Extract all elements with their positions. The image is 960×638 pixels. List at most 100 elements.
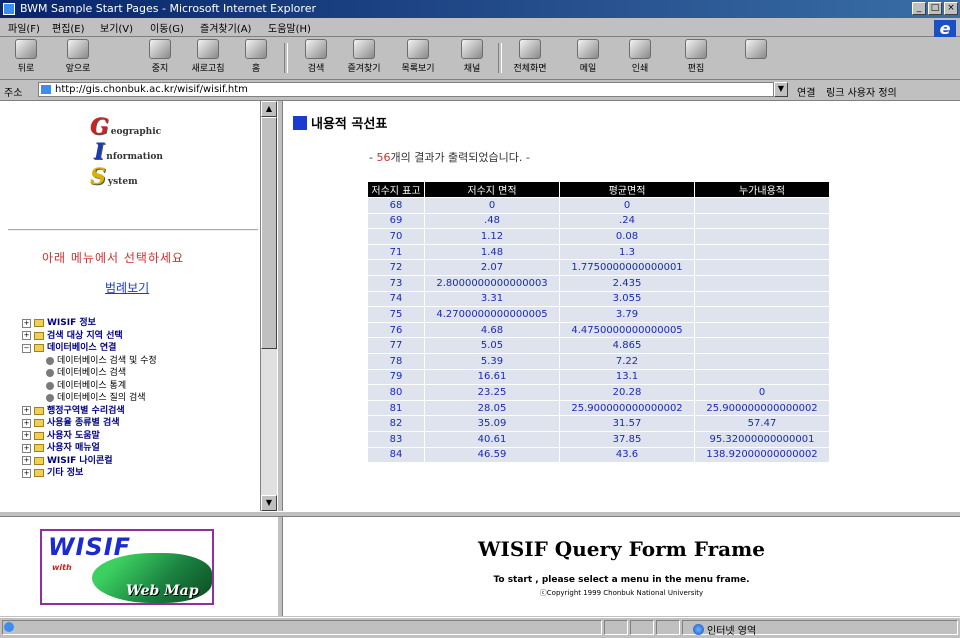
expand-icon: + — [22, 468, 31, 478]
gis-logo-word: ystem — [107, 177, 138, 187]
table-cell: 4.68 — [425, 322, 559, 338]
folder-icon — [34, 456, 44, 465]
close-button[interactable]: × — [944, 2, 958, 15]
tree-subitem-db-edit[interactable]: 데이터베이스 검색 및 수정 — [22, 355, 157, 368]
history-button[interactable]: 목록보기 — [398, 39, 438, 77]
menu-view[interactable]: 보기(V) — [100, 20, 133, 35]
table-cell: 37.85 — [560, 431, 694, 447]
menu-go[interactable]: 이동(G) — [150, 20, 184, 35]
tree-item-region-select[interactable]: + 검색 대상 지역 선택 — [22, 330, 157, 343]
tree-item-admin-search[interactable]: + 행정구역별 수리검색 — [22, 405, 157, 418]
table-cell — [695, 244, 829, 260]
tree-subitem-db-query[interactable]: 데이터베이스 질의 검색 — [22, 392, 157, 405]
menu-file[interactable]: 파일(F) — [8, 20, 40, 35]
tree-item-usage-search[interactable]: + 사용율 종류별 검색 — [22, 417, 157, 430]
table-cell: 31.57 — [560, 416, 694, 431]
address-label: 주소 — [4, 88, 23, 99]
home-icon — [245, 39, 267, 59]
table-cell: 3.79 — [560, 307, 694, 322]
table-cell: 74 — [368, 291, 424, 307]
scroll-up-arrow-icon[interactable]: ▲ — [261, 101, 277, 117]
menu-edit[interactable]: 편집(E) — [52, 20, 85, 35]
table-row: 80 23.25 20.28 0 — [368, 385, 829, 400]
search-button[interactable]: 검색 — [296, 39, 336, 77]
menu-frame-scrollbar[interactable]: ▲ ▼ — [260, 101, 277, 511]
discuss-button[interactable] — [736, 39, 776, 77]
copyright-text: ⓒCopyright 1999 Chonbuk National Univers… — [539, 589, 704, 597]
fullscreen-button[interactable]: 전체화면 — [510, 39, 550, 77]
minimize-button[interactable]: _ — [912, 2, 926, 15]
query-instruction: To start , please select a menu in the m… — [493, 575, 750, 585]
print-button[interactable]: 인쇄 — [620, 39, 660, 77]
table-cell: 28.05 — [425, 400, 559, 416]
menu-bar: 파일(F) 편집(E) 보기(V) 이동(G) 즐겨찾기(A) 도움말(H) — [0, 18, 960, 37]
stop-button[interactable]: 중지 — [140, 39, 180, 77]
discuss-icon — [745, 39, 767, 59]
refresh-icon — [197, 39, 219, 59]
tree-item-wisif-info[interactable]: + WISIF 정보 — [22, 317, 157, 330]
tree-label: 기타 정보 — [47, 468, 84, 478]
document-icon — [46, 394, 54, 403]
forward-button[interactable]: 앞으로 — [58, 39, 98, 77]
table-row: 76 4.68 4.4750000000000005 — [368, 322, 829, 338]
favorites-label: 즐겨찾기 — [347, 64, 381, 74]
tree-item-database[interactable]: − 데이터베이스 연결 — [22, 342, 157, 355]
favorites-button[interactable]: 즐겨찾기 — [344, 39, 384, 77]
table-cell: .48 — [425, 213, 559, 229]
wisif-webmap-logo: WISIF with Web Map — [40, 529, 214, 605]
mail-icon — [577, 39, 599, 59]
home-button[interactable]: 홈 — [236, 39, 276, 77]
tree-subitem-db-search[interactable]: 데이터베이스 검색 — [22, 367, 157, 380]
tree-item-manual[interactable]: + 사용자 매뉴얼 — [22, 442, 157, 455]
forward-arrow-icon — [67, 39, 89, 59]
edit-icon — [685, 39, 707, 59]
refresh-button[interactable]: 새로고침 — [188, 39, 228, 77]
table-cell: 81 — [368, 400, 424, 416]
scroll-thumb[interactable] — [261, 117, 277, 349]
address-input[interactable]: http://gis.chonbuk.ac.kr/wisif/wisif.htm — [38, 82, 774, 97]
channels-icon — [461, 39, 483, 59]
table-cell: 5.05 — [425, 338, 559, 353]
folder-icon — [34, 319, 44, 328]
page-title-text: 내용적 곡선표 — [311, 117, 388, 132]
back-arrow-icon — [15, 39, 37, 59]
gis-logo-word: nformation — [106, 152, 163, 162]
table-row: 74 3.31 3.055 — [368, 291, 829, 307]
table-cell: 40.61 — [425, 431, 559, 447]
toolbar-separator — [284, 43, 288, 73]
tree-item-wisif-icons[interactable]: + WISIF 나이콘컬 — [22, 455, 157, 468]
tree-item-other[interactable]: + 기타 정보 — [22, 467, 157, 480]
table-row: 69.48.24 — [368, 213, 829, 229]
channels-button[interactable]: 채널 — [452, 39, 492, 77]
tree-item-help[interactable]: + 사용자 도움말 — [22, 430, 157, 443]
status-text-pane — [2, 620, 602, 635]
edit-button[interactable]: 편집 — [676, 39, 716, 77]
tree-label: 행정구역별 수리검색 — [47, 405, 125, 416]
menu-favorites[interactable]: 즐겨찾기(A) — [200, 20, 251, 35]
back-label: 뒤로 — [17, 64, 35, 74]
menu-prompt: 아래 메뉴에서 선택하세요 — [42, 251, 185, 265]
scroll-down-arrow-icon[interactable]: ▼ — [261, 495, 277, 511]
legend-link[interactable]: 범례보기 — [105, 279, 149, 296]
refresh-label: 새로고침 — [191, 64, 225, 74]
table-cell: 4.2700000000000005 — [425, 307, 559, 322]
go-button[interactable]: 연결 — [797, 84, 815, 99]
menu-help[interactable]: 도움말(H) — [268, 20, 311, 35]
expand-icon: + — [22, 418, 31, 428]
fullscreen-label: 전체화면 — [513, 64, 547, 74]
folder-icon — [34, 444, 44, 453]
maximize-button[interactable]: □ — [928, 2, 942, 15]
address-dropdown-button[interactable]: ▼ — [774, 82, 788, 97]
standard-toolbar: 뒤로 앞으로 중지 새로고침 홈 검색 즐겨찾기 목록보기 채널 전체화면 메일… — [0, 37, 960, 80]
stop-icon — [149, 39, 171, 59]
back-button[interactable]: 뒤로 — [6, 39, 46, 77]
print-label: 인쇄 — [631, 64, 649, 74]
links-toolbar[interactable]: 링크 사용자 정의 — [826, 84, 897, 99]
gis-logo-initial: S — [90, 164, 106, 190]
tree-subitem-db-stats[interactable]: 데이터베이스 통계 — [22, 380, 157, 393]
column-header: 저수지 표고 — [368, 182, 424, 197]
document-icon — [46, 369, 54, 378]
mail-button[interactable]: 메일 — [568, 39, 608, 77]
tree-label: WISIF 나이콘컬 — [47, 455, 113, 466]
table-cell: 0 — [425, 198, 559, 213]
